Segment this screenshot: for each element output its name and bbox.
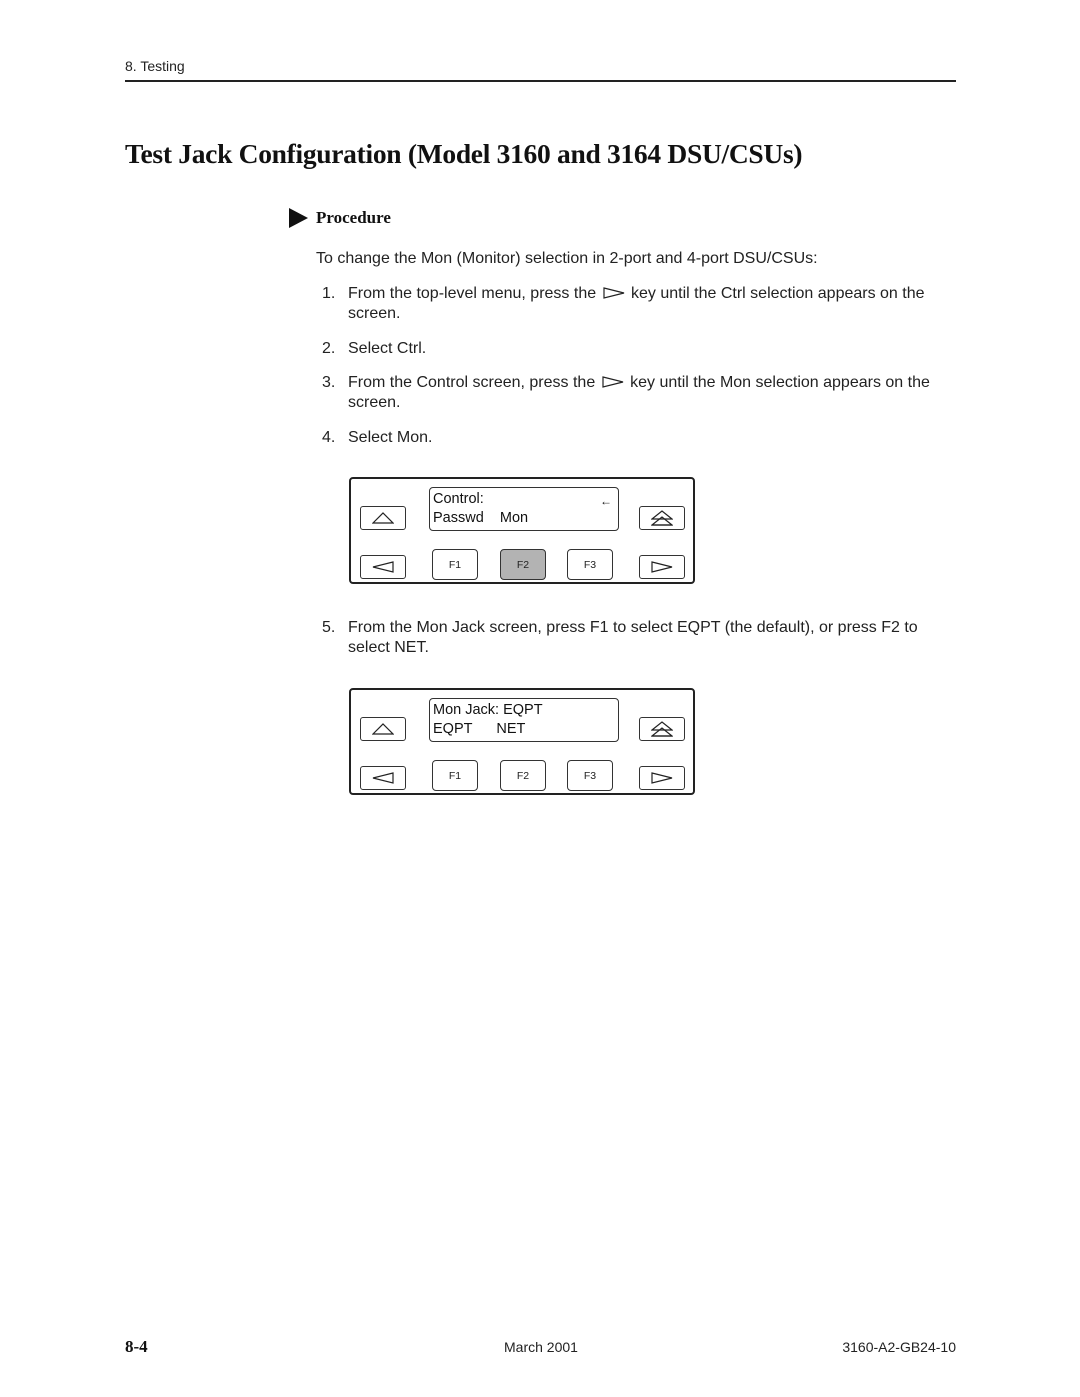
lcd-line-1: Control: [433,491,484,507]
lcd-line-2: EQPT NET [433,721,526,737]
footer-doc-number: 3160-A2-GB24-10 [842,1339,956,1355]
step-text: From the Mon Jack screen, press F1 to se… [348,619,918,656]
front-panel-mon-jack: Mon Jack: EQPT EQPT NET F1 F2 F3 [349,688,695,795]
lcd-line-1: Mon Jack: EQPT [433,702,543,718]
left-arrow-button[interactable] [360,766,406,790]
right-arrow-icon [651,772,673,784]
step-text-before: From the Control screen, press the [348,374,596,391]
procedure-intro: To change the Mon (Monitor) selection in… [316,250,818,267]
up-arrow-icon [372,512,394,524]
double-up-arrow-icon [651,510,673,526]
procedure-triangle-icon [289,208,308,228]
up-arrow-icon [372,723,394,735]
step-text-before: From the top-level menu, press the [348,285,597,302]
top-menu-button[interactable] [639,506,685,530]
right-arrow-key-icon [602,376,623,388]
step-number: 2. [322,340,336,357]
lcd-display: Mon Jack: EQPT EQPT NET [429,698,619,742]
back-arrow-icon: ← [600,494,612,508]
top-menu-button[interactable] [639,717,685,741]
f1-button[interactable]: F1 [432,760,478,791]
front-panel-control: Control: Passwd Mon ← F1 F2 F3 [349,477,695,584]
lcd-display: Control: Passwd Mon ← [429,487,619,531]
double-up-arrow-icon [651,721,673,737]
step-number: 3. [322,374,336,391]
step-text: From the top-level menu, press the key u… [348,284,960,324]
lcd-line-2: Passwd Mon [433,510,529,526]
procedure-label: Procedure [316,208,391,227]
f2-button[interactable]: F2 [500,760,546,791]
page-title: Test Jack Configuration (Model 3160 and … [125,138,803,169]
up-arrow-button[interactable] [360,717,406,741]
right-arrow-button[interactable] [639,555,685,579]
f3-button[interactable]: F3 [567,760,613,791]
step-text: Select Ctrl. [348,340,427,357]
running-header: 8. Testing [125,58,185,74]
step-text: Select Mon. [348,429,433,446]
left-arrow-icon [372,772,394,784]
up-arrow-button[interactable] [360,506,406,530]
footer-page-number: 8-4 [125,1337,148,1356]
f1-button[interactable]: F1 [432,549,478,580]
step-text: From the Control screen, press the key u… [348,373,960,413]
procedure-heading: Procedure [289,208,391,228]
f2-button[interactable]: F2 [500,549,546,580]
right-arrow-button[interactable] [639,766,685,790]
step-number: 1. [322,285,336,302]
step-number: 5. [322,619,336,636]
left-arrow-icon [372,561,394,573]
step-number: 4. [322,429,336,446]
footer-date: March 2001 [504,1339,578,1355]
left-arrow-button[interactable] [360,555,406,579]
header-rule [125,80,956,82]
f3-button[interactable]: F3 [567,549,613,580]
right-arrow-key-icon [602,287,624,299]
right-arrow-icon [651,561,673,573]
